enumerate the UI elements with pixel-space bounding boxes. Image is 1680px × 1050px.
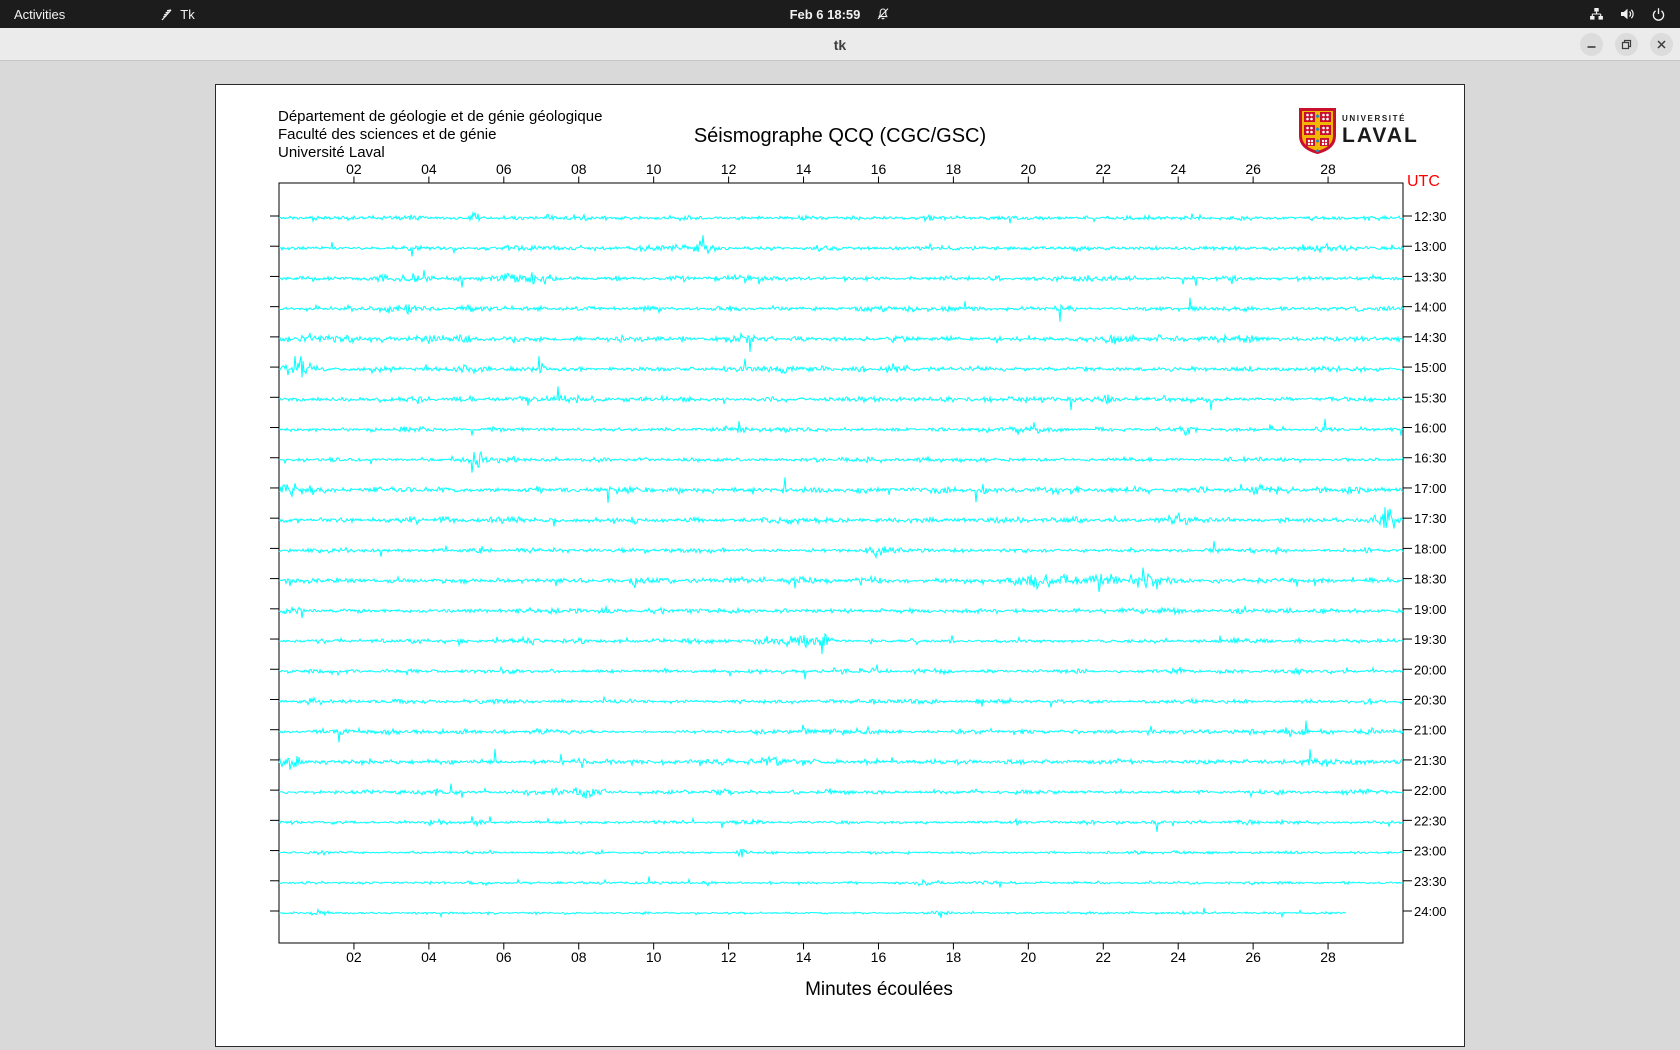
x-tick-label-bottom: 18 (946, 949, 962, 965)
x-tick-label-bottom: 20 (1021, 949, 1037, 965)
x-tick-label-bottom: 14 (796, 949, 812, 965)
x-tick-label-top: 16 (871, 161, 887, 177)
trace-row-16:00 (278, 418, 1404, 436)
volume-icon[interactable] (1620, 7, 1635, 21)
window-titlebar[interactable]: tk (0, 28, 1680, 61)
x-tick-label-bottom: 22 (1095, 949, 1111, 965)
utc-time-label: 23:30 (1414, 874, 1447, 889)
x-tick-label-top: 04 (421, 161, 437, 177)
trace-row-17:00 (279, 477, 1404, 504)
trace-row-24:00 (278, 907, 1347, 919)
seismograph-canvas: Département de géologie et de génie géol… (215, 84, 1465, 1047)
x-tick-label-top: 10 (646, 161, 662, 177)
x-axis-label: Minutes écoulées (805, 979, 953, 1000)
trace-row-13:00 (279, 235, 1404, 257)
utc-time-label: 18:30 (1414, 572, 1447, 587)
utc-time-label: 20:30 (1414, 692, 1447, 707)
x-tick-label-bottom: 08 (571, 949, 587, 965)
utc-time-label: 14:30 (1414, 330, 1447, 345)
utc-time-label: 22:00 (1414, 783, 1447, 798)
utc-time-label: 21:00 (1414, 723, 1447, 738)
utc-time-label: 24:00 (1414, 904, 1447, 919)
utc-time-label: 22:30 (1414, 813, 1447, 828)
window-title: tk (833, 36, 847, 53)
desktop: Activities Tk Feb 6 18:59 tk Département… (0, 0, 1680, 1050)
trace-row-21:30 (278, 748, 1403, 770)
trace-row-22:30 (278, 816, 1404, 833)
trace-row-14:30 (278, 331, 1404, 352)
trace-row-21:00 (278, 720, 1404, 743)
utc-time-label: 13:30 (1414, 269, 1447, 284)
utc-time-label: 13:00 (1414, 239, 1447, 254)
utc-time-label: 15:00 (1414, 360, 1447, 375)
trace-row-17:30 (278, 507, 1404, 529)
notifications-muted-icon[interactable] (876, 7, 890, 21)
x-tick-label-top: 22 (1095, 161, 1111, 177)
x-tick-label-top: 26 (1245, 161, 1261, 177)
network-wired-icon[interactable] (1589, 7, 1604, 21)
trace-row-15:00 (278, 355, 1404, 378)
trace-row-19:30 (278, 632, 1404, 655)
utc-time-label: 23:00 (1414, 844, 1447, 859)
x-tick-label-top: 20 (1021, 161, 1037, 177)
utc-time-label: 16:30 (1414, 451, 1447, 466)
x-tick-label-bottom: 02 (346, 949, 362, 965)
trace-row-14:00 (278, 297, 1404, 322)
x-tick-label-bottom: 12 (721, 949, 737, 965)
trace-row-18:30 (278, 567, 1404, 593)
x-tick-label-top: 02 (346, 161, 362, 177)
x-tick-label-top: 12 (721, 161, 737, 177)
utc-time-label: 12:30 (1414, 209, 1447, 224)
minimize-button[interactable] (1580, 33, 1603, 56)
trace-row-19:00 (278, 604, 1404, 619)
utc-time-label: 19:00 (1414, 602, 1447, 617)
x-tick-label-top: 24 (1170, 161, 1186, 177)
trace-row-13:30 (278, 270, 1404, 288)
x-tick-label-top: 28 (1320, 161, 1336, 177)
x-tick-label-bottom: 28 (1320, 949, 1336, 965)
x-tick-label-top: 14 (796, 161, 812, 177)
x-tick-label-top: 06 (496, 161, 512, 177)
trace-row-23:00 (278, 848, 1404, 858)
utc-time-label: 20:00 (1414, 662, 1447, 677)
close-button[interactable] (1650, 33, 1673, 56)
utc-time-label: 21:30 (1414, 753, 1447, 768)
x-tick-label-top: 08 (571, 161, 587, 177)
utc-time-label: 14:00 (1414, 300, 1447, 315)
utc-time-label: 15:30 (1414, 390, 1447, 405)
x-tick-label-bottom: 16 (871, 949, 887, 965)
utc-time-label: 16:00 (1414, 421, 1447, 436)
utc-time-label: 19:30 (1414, 632, 1447, 647)
utc-time-label: 18:00 (1414, 541, 1447, 556)
tk-window-body: Département de géologie et de génie géol… (0, 61, 1680, 1050)
x-tick-label-top: 18 (946, 161, 962, 177)
clock[interactable]: Feb 6 18:59 (790, 7, 861, 22)
trace-row-20:00 (278, 664, 1404, 680)
trace-row-22:00 (278, 783, 1403, 799)
gnome-top-bar: Activities Tk Feb 6 18:59 (0, 0, 1680, 28)
x-tick-label-bottom: 24 (1170, 949, 1186, 965)
trace-row-18:00 (278, 540, 1404, 560)
trace-row-23:30 (278, 876, 1404, 888)
trace-row-15:30 (278, 386, 1404, 411)
trace-row-16:30 (278, 450, 1404, 473)
plot-frame (278, 182, 1404, 944)
helicorder-plot: 02 02 04 04 06 06 08 08 10 10 12 12 14 14 16 16 18 18 20 20… (270, 161, 1447, 965)
power-icon[interactable] (1651, 7, 1666, 22)
x-tick-label-bottom: 06 (496, 949, 512, 965)
x-tick-label-bottom: 26 (1245, 949, 1261, 965)
utc-time-label: 17:00 (1414, 481, 1447, 496)
utc-time-label: 17:30 (1414, 511, 1447, 526)
trace-row-12:30 (278, 210, 1404, 224)
restore-button[interactable] (1615, 33, 1638, 56)
x-tick-label-bottom: 04 (421, 949, 437, 965)
x-tick-label-bottom: 10 (646, 949, 662, 965)
trace-row-20:30 (278, 695, 1403, 708)
